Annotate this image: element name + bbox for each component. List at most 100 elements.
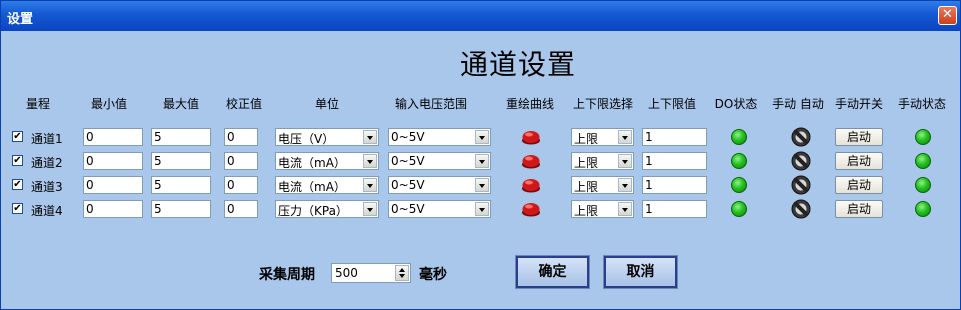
redraw-button-icon[interactable] <box>521 129 541 145</box>
chevron-down-icon[interactable] <box>475 130 489 144</box>
start-button[interactable]: 启动 <box>835 200 883 218</box>
min-value-input[interactable]: 0 <box>83 128 143 146</box>
voltage-range-value: 0~5V <box>391 130 425 144</box>
manual-status-led-icon <box>915 129 931 145</box>
col-header-manual-status: 手动状态 <box>897 97 947 111</box>
max-value-input[interactable]: 5 <box>151 128 211 146</box>
col-header-do-status: DO状态 <box>714 97 758 111</box>
chevron-down-icon[interactable] <box>475 178 489 192</box>
channel-row: ✔ 通道4 0 5 0 压力（KPa） 0~5V 上限 1 启动 <box>1 199 960 221</box>
channel-checkbox[interactable]: ✔ <box>12 179 23 190</box>
voltage-range-value: 0~5V <box>391 154 425 168</box>
voltage-range-select[interactable]: 0~5V <box>388 200 491 218</box>
voltage-range-value: 0~5V <box>391 202 425 216</box>
limit-select[interactable]: 上限 <box>571 200 634 218</box>
col-header-range: 量程 <box>25 97 51 111</box>
col-header-limit-value: 上下限值 <box>647 97 697 111</box>
close-button[interactable]: ✕ <box>938 6 957 25</box>
min-value-input[interactable]: 0 <box>83 176 143 194</box>
unit-select-value: 电压（V） <box>278 132 335 146</box>
limit-select-value: 上限 <box>574 180 599 194</box>
limit-select-value: 上限 <box>574 132 599 146</box>
window-title: 设置 <box>7 12 34 27</box>
col-header-max: 最大值 <box>162 97 200 111</box>
calibration-input[interactable]: 0 <box>224 200 258 218</box>
limit-select[interactable]: 上限 <box>571 152 634 170</box>
channel-label: 通道4 <box>31 204 63 218</box>
chevron-down-icon[interactable] <box>363 130 377 144</box>
limit-select-value: 上限 <box>574 156 599 170</box>
limit-select[interactable]: 上限 <box>571 128 634 146</box>
manual-auto-knob-icon[interactable] <box>790 175 812 195</box>
limit-value-input[interactable]: 1 <box>642 200 707 218</box>
limit-select[interactable]: 上限 <box>571 176 634 194</box>
manual-auto-knob-icon[interactable] <box>790 151 812 171</box>
channel-checkbox[interactable]: ✔ <box>12 155 23 166</box>
unit-select[interactable]: 电压（V） <box>275 128 379 146</box>
channel-label: 通道1 <box>31 132 63 146</box>
unit-select-value: 电流（mA） <box>278 180 346 194</box>
settings-dialog: 设置 ✕ 通道设置 量程 最小值 最大值 校正值 单位 输入电压范围 重绘曲线 … <box>0 0 961 310</box>
ok-button[interactable]: 确定 <box>515 255 590 289</box>
manual-auto-knob-icon[interactable] <box>790 199 812 219</box>
manual-status-led-icon <box>915 201 931 217</box>
period-unit: 毫秒 <box>419 267 447 283</box>
limit-select-value: 上限 <box>574 204 599 218</box>
start-button[interactable]: 启动 <box>835 176 883 194</box>
chevron-down-icon[interactable] <box>618 202 632 216</box>
channel-row: ✔ 通道1 0 5 0 电压（V） 0~5V 上限 1 启动 <box>1 127 960 149</box>
redraw-button-icon[interactable] <box>521 201 541 217</box>
min-value-input[interactable]: 0 <box>83 152 143 170</box>
min-value-input[interactable]: 0 <box>83 200 143 218</box>
redraw-button-icon[interactable] <box>521 177 541 193</box>
max-value-input[interactable]: 5 <box>151 176 211 194</box>
chevron-down-icon[interactable] <box>618 130 632 144</box>
chevron-down-icon[interactable] <box>363 178 377 192</box>
start-button[interactable]: 启动 <box>835 128 883 146</box>
limit-value-input[interactable]: 1 <box>642 176 707 194</box>
chevron-down-icon[interactable] <box>618 154 632 168</box>
unit-select-value: 电流（mA） <box>278 156 346 170</box>
redraw-button-icon[interactable] <box>521 153 541 169</box>
manual-status-led-icon <box>915 177 931 193</box>
manual-auto-knob-icon[interactable] <box>790 127 812 147</box>
col-header-input-voltage: 输入电压范围 <box>394 97 468 111</box>
voltage-range-value: 0~5V <box>391 178 425 192</box>
channel-label: 通道2 <box>31 156 63 170</box>
channel-checkbox[interactable]: ✔ <box>12 203 23 214</box>
do-status-led-icon <box>731 201 747 217</box>
chevron-down-icon[interactable] <box>475 154 489 168</box>
chevron-down-icon[interactable] <box>363 202 377 216</box>
chevron-down-icon[interactable] <box>618 178 632 192</box>
col-header-unit: 单位 <box>314 97 340 111</box>
start-button[interactable]: 启动 <box>835 152 883 170</box>
voltage-range-select[interactable]: 0~5V <box>388 176 491 194</box>
voltage-range-select[interactable]: 0~5V <box>388 152 491 170</box>
voltage-range-select[interactable]: 0~5V <box>388 128 491 146</box>
max-value-input[interactable]: 5 <box>151 200 211 218</box>
channel-checkbox[interactable]: ✔ <box>12 131 23 142</box>
limit-value-input[interactable]: 1 <box>642 128 707 146</box>
col-header-limit-select: 上下限选择 <box>572 97 634 111</box>
chevron-down-icon[interactable] <box>363 154 377 168</box>
chevron-down-icon[interactable] <box>475 202 489 216</box>
manual-status-led-icon <box>915 153 931 169</box>
calibration-input[interactable]: 0 <box>224 128 258 146</box>
spin-arrows-icon[interactable] <box>395 265 409 281</box>
period-spinbox[interactable]: 500 <box>331 263 411 283</box>
col-header-calibration: 校正值 <box>225 97 263 111</box>
unit-select[interactable]: 电流（mA） <box>275 176 379 194</box>
title-bar: 设置 ✕ <box>1 1 960 31</box>
limit-value-input[interactable]: 1 <box>642 152 707 170</box>
period-value[interactable]: 500 <box>335 266 358 280</box>
do-status-led-icon <box>731 129 747 145</box>
calibration-input[interactable]: 0 <box>224 176 258 194</box>
unit-select[interactable]: 电流（mA） <box>275 152 379 170</box>
channel-row: ✔ 通道2 0 5 0 电流（mA） 0~5V 上限 1 启动 <box>1 151 960 173</box>
cancel-button[interactable]: 取消 <box>603 255 678 289</box>
col-header-manual-auto: 手动 自动 <box>772 97 824 111</box>
unit-select[interactable]: 压力（KPa） <box>275 200 379 218</box>
max-value-input[interactable]: 5 <box>151 152 211 170</box>
col-header-min: 最小值 <box>90 97 128 111</box>
calibration-input[interactable]: 0 <box>224 152 258 170</box>
